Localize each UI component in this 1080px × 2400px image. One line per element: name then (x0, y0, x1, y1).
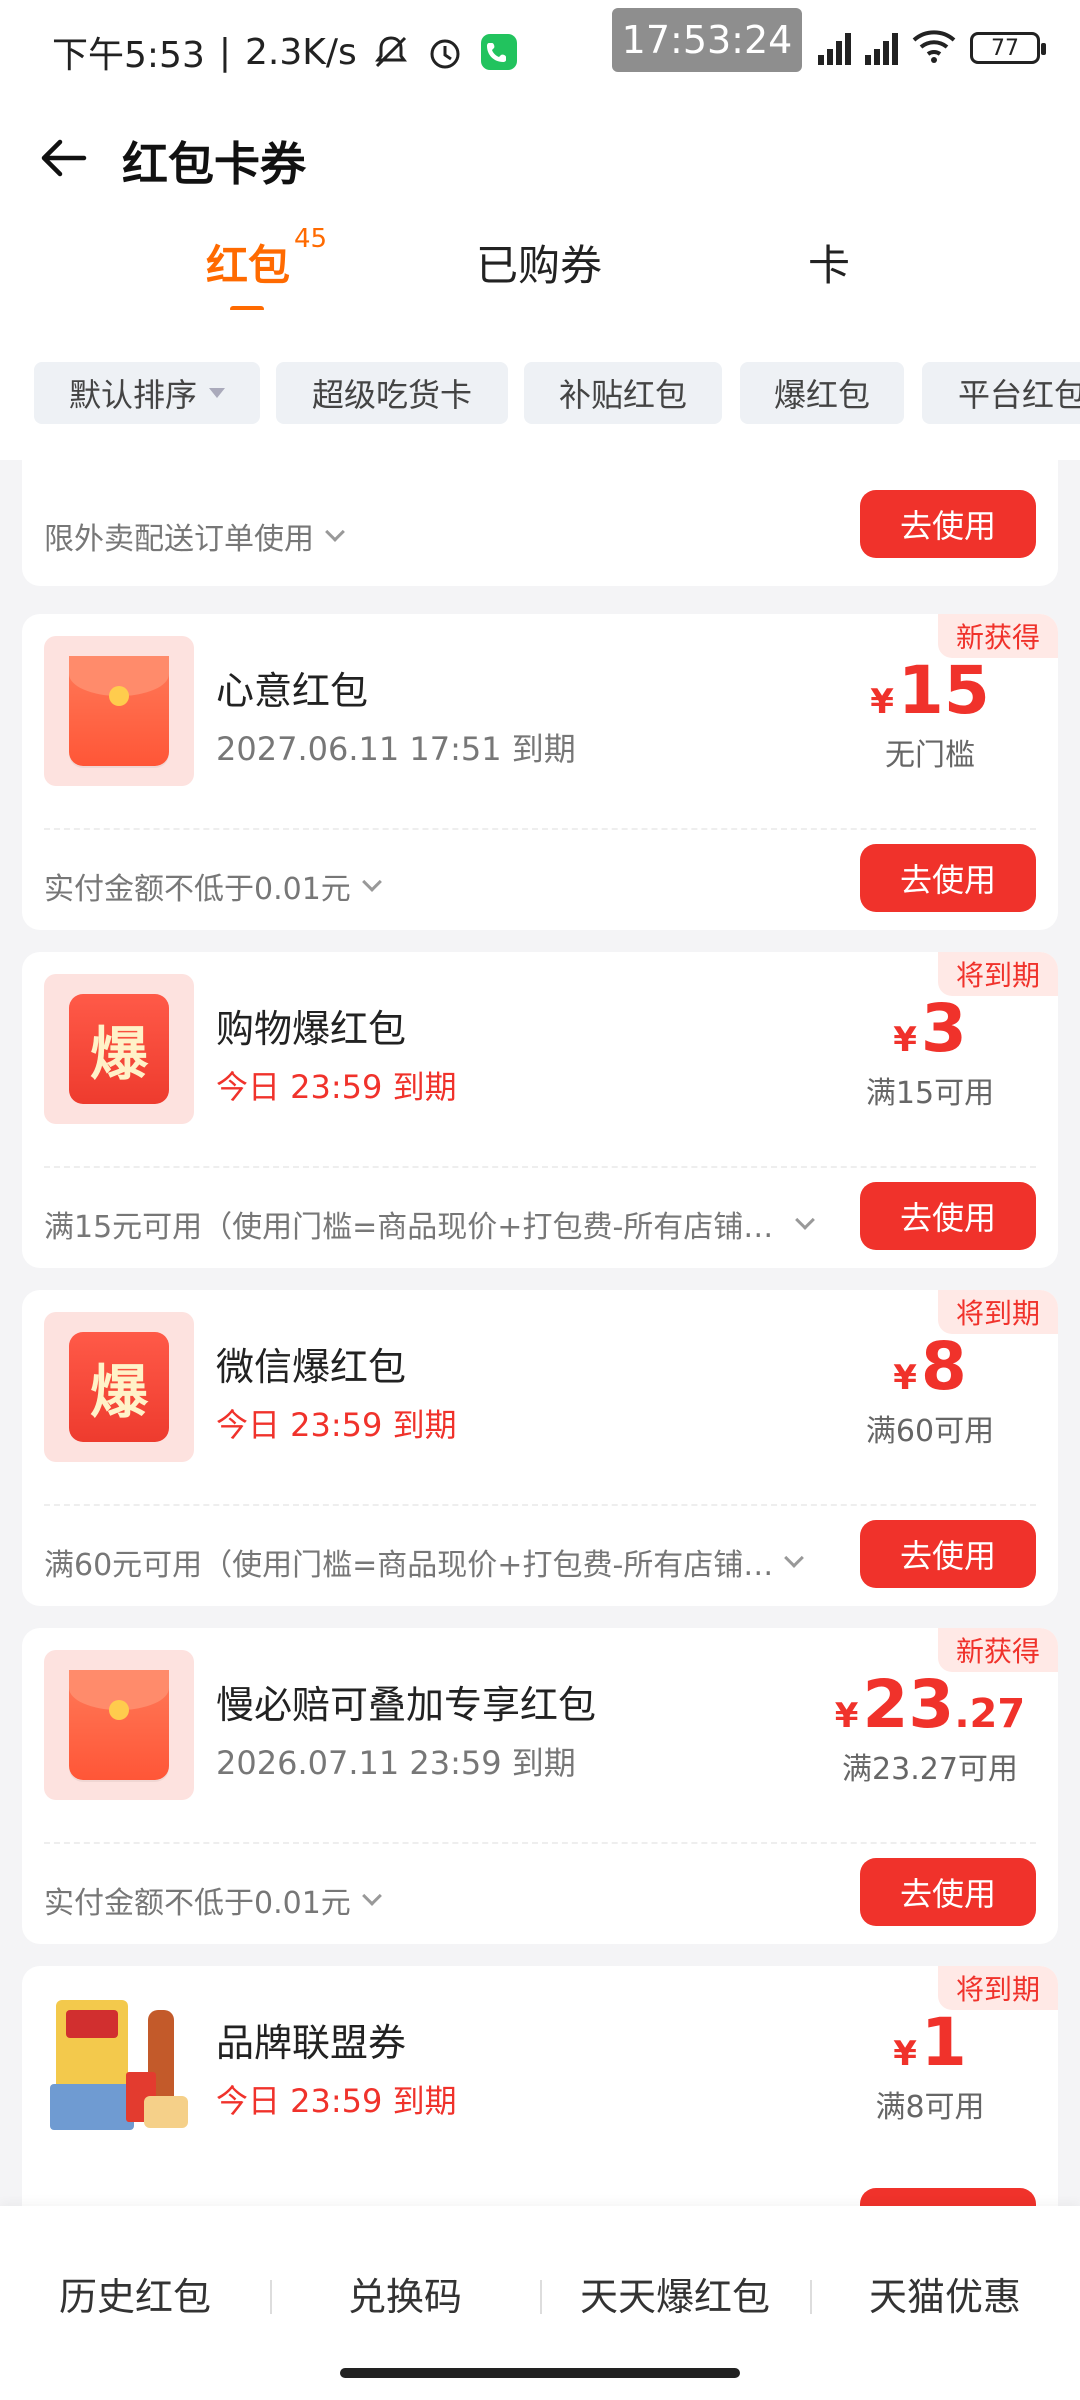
use-button[interactable]: 去使用 (860, 844, 1036, 912)
filter-bar: 默认排序 超级吃货卡 补贴红包 爆红包 平台红包 (0, 310, 1080, 460)
use-button[interactable]: 去使用 (860, 490, 1036, 558)
filter-chip[interactable]: 超级吃货卡 (276, 362, 508, 424)
coupon-condition: 满23.27可用 (842, 1752, 1018, 1787)
use-button[interactable] (860, 2188, 1036, 2206)
alarm-icon (425, 32, 465, 72)
coupon-expiry: 今日 23:59 到期 (216, 1068, 457, 1106)
chevron-down-icon (795, 1210, 815, 1230)
network-speed: 2.3K/s (244, 31, 357, 73)
coupon-amount: ¥8 (893, 1328, 967, 1405)
coupon-card: 爆 购物爆红包 今日 23:59 到期 将到期 ¥3 满15可用 满15元可用（… (22, 952, 1058, 1268)
coupon-name: 心意红包 (216, 669, 369, 713)
coupon-condition: 无门槛 (885, 738, 975, 773)
coupon-note[interactable]: 实付金额不低于0.01元 (44, 1878, 824, 1922)
home-indicator[interactable] (340, 2368, 740, 2378)
dropdown-arrow-icon (209, 388, 225, 398)
signal-icon (865, 31, 898, 65)
chevron-down-icon (361, 1886, 382, 1906)
battery-icon: 77 (970, 32, 1046, 64)
wifi-icon (912, 28, 956, 68)
coupon-condition: 满15可用 (865, 1076, 995, 1111)
coupon-name: 品牌联盟券 (216, 2021, 407, 2065)
chevron-down-icon (325, 522, 345, 542)
tab-card[interactable]: 卡 (808, 232, 850, 293)
coupon-expiry: 2027.06.11 17:51 到期 (216, 730, 576, 768)
status-left: 下午5:53 | 2.3K/s (52, 26, 519, 78)
coupon-thumbnail (44, 1988, 194, 2138)
coupon-card: 心意红包 2027.06.11 17:51 到期 新获得 ¥15 无门槛 实付金… (22, 614, 1058, 930)
page-title: 红包卡券 (122, 137, 306, 191)
coupon-amount: ¥3 (893, 990, 967, 1067)
nav-tmall-deals[interactable]: 天猫优惠 (810, 2266, 1080, 2321)
coupon-card: 慢必赔可叠加专享红包 2026.07.11 23:59 到期 新获得 ¥23.2… (22, 1628, 1058, 1944)
sort-dropdown[interactable]: 默认排序 (34, 362, 260, 424)
tab-hongbao[interactable]: 红包45 (206, 224, 327, 293)
nav-history-redpacket[interactable]: 历史红包 (0, 2266, 270, 2321)
envelope-icon (69, 656, 169, 766)
bell-muted-icon (371, 32, 411, 72)
sort-label: 默认排序 (68, 376, 197, 414)
filter-chip[interactable]: 补贴红包 (524, 362, 722, 424)
bao-icon: 爆 (69, 994, 169, 1104)
signal-icon (818, 31, 851, 65)
back-arrow-icon[interactable] (34, 128, 94, 188)
coupon-list[interactable]: 限外卖配送订单使用 去使用 心意红包 2027.06.11 17:51 到期 新… (22, 456, 1058, 2206)
coupon-condition: 满60可用 (865, 1414, 995, 1449)
filter-chip[interactable]: 爆红包 (740, 362, 904, 424)
coupon-card: 品牌联盟券 今日 23:59 到期 将到期 ¥1 满8可用 (22, 1966, 1058, 2206)
tab-purchased[interactable]: 已购券 (476, 232, 602, 293)
use-button[interactable]: 去使用 (860, 1520, 1036, 1588)
coupon-thumbnail: 爆 (44, 1312, 194, 1462)
envelope-icon (69, 1670, 169, 1780)
status-time: 下午5:53 (52, 35, 205, 76)
tab-bar: 红包45 已购券 卡 (0, 224, 1080, 302)
coupon-amount: ¥23.27 (834, 1666, 1026, 1743)
coupon-name: 购物爆红包 (216, 1007, 407, 1051)
coupon-note[interactable]: 限外卖配送订单使用 (44, 514, 824, 558)
coupon-amount: ¥1 (893, 2004, 967, 2081)
coupon-name: 微信爆红包 (216, 1345, 407, 1389)
coupon-card-partial: 限外卖配送订单使用 去使用 (22, 456, 1058, 586)
chevron-down-icon (784, 1548, 805, 1568)
coupon-thumbnail (44, 1650, 194, 1800)
chevron-down-icon (361, 872, 382, 892)
coupon-thumbnail (44, 636, 194, 786)
nav-redeem-code[interactable]: 兑换码 (270, 2266, 540, 2321)
use-button[interactable]: 去使用 (860, 1858, 1036, 1926)
tab-count: 45 (294, 224, 328, 254)
clock-overlay: 17:53:24 (612, 8, 802, 72)
coupon-name: 慢必赔可叠加专享红包 (216, 1683, 597, 1727)
use-button[interactable]: 去使用 (860, 1182, 1036, 1250)
bao-icon: 爆 (69, 1332, 169, 1442)
coupon-note[interactable]: 满60元可用（使用门槛=商品现价+打包费-所有店铺… (44, 1540, 824, 1584)
coupon-expiry: 2026.07.11 23:59 到期 (216, 1744, 576, 1782)
coupon-note[interactable]: 实付金额不低于0.01元 (44, 864, 824, 908)
coupon-thumbnail: 爆 (44, 974, 194, 1124)
filter-chip[interactable]: 平台红包 (922, 362, 1080, 424)
snacks-image (44, 1988, 194, 2138)
coupon-amount: ¥15 (870, 652, 990, 729)
status-bar: 下午5:53 | 2.3K/s 17:53:24 77 (0, 0, 1080, 100)
app-header: 红包卡券 红包45 已购券 卡 (0, 100, 1080, 310)
coupon-expiry: 今日 23:59 到期 (216, 1406, 457, 1444)
nav-daily-redpacket[interactable]: 天天爆红包 (540, 2266, 810, 2321)
phone-app-icon (479, 32, 519, 72)
coupon-card: 爆 微信爆红包 今日 23:59 到期 将到期 ¥8 满60可用 满60元可用（… (22, 1290, 1058, 1606)
coupon-expiry: 今日 23:59 到期 (216, 2082, 457, 2120)
tab-label: 红包 (206, 241, 291, 290)
coupon-note[interactable]: 满15元可用（使用门槛=商品现价+打包费-所有店铺优… (44, 1202, 824, 1246)
coupon-condition: 满8可用 (875, 2090, 985, 2125)
status-right: 77 (818, 28, 1046, 68)
